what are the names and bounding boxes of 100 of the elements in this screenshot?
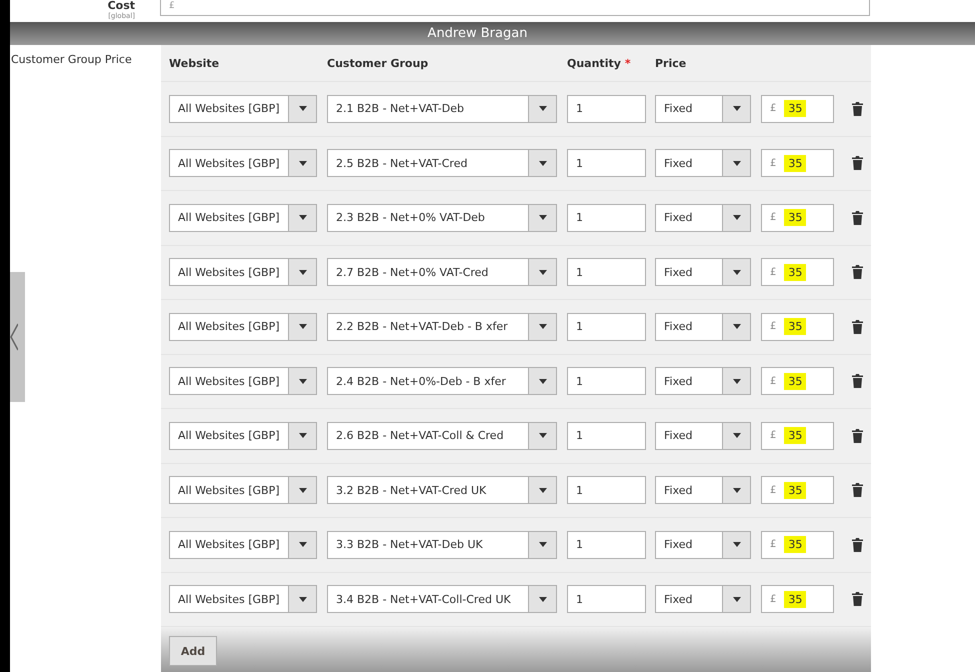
- caret-icon: [538, 324, 546, 330]
- price-type-select[interactable]: Fixed: [655, 94, 751, 123]
- price-field[interactable]: £ 35: [761, 476, 834, 504]
- column-header: Customer Group: [327, 56, 430, 70]
- trash-icon[interactable]: [852, 374, 863, 388]
- trash-icon[interactable]: [852, 483, 863, 498]
- price-field[interactable]: £ 35: [761, 530, 834, 559]
- caret-icon: [538, 160, 546, 166]
- caret-icon: [732, 324, 740, 330]
- caret-icon: [298, 378, 306, 384]
- presenter-name: Andrew Bragan: [428, 26, 528, 41]
- price-type-select[interactable]: Fixed: [655, 530, 751, 559]
- website-select[interactable]: All Websites [GBP]: [169, 149, 317, 178]
- quantity-field[interactable]: 1: [567, 422, 646, 450]
- website-select[interactable]: All Websites [GBP]: [169, 258, 317, 286]
- caret-icon: [538, 270, 546, 275]
- customer-group-select[interactable]: 2.3 B2B - Net+0% VAT-Deb: [327, 204, 557, 232]
- website-select[interactable]: All Websites [GBP]: [169, 312, 317, 341]
- website-select[interactable]: All Websites [GBP]: [169, 530, 317, 559]
- column-header: Price: [655, 56, 688, 70]
- caret-icon: [732, 433, 740, 438]
- website-select[interactable]: All Websites [GBP]: [169, 204, 317, 232]
- caret-icon: [298, 106, 306, 112]
- caret-icon: [298, 215, 306, 220]
- customer-group-select[interactable]: 2.6 B2B - Net+VAT-Coll & Cred: [327, 422, 557, 450]
- trash-icon[interactable]: [852, 592, 863, 606]
- required-mark: *: [624, 56, 631, 70]
- caret-icon: [298, 160, 306, 166]
- trash-icon[interactable]: [852, 102, 863, 116]
- customer-group-select[interactable]: 2.5 B2B - Net+VAT-Cred: [327, 149, 557, 178]
- customer-group-select[interactable]: 3.4 B2B - Net+VAT-Coll-Cred UK: [327, 585, 557, 614]
- price-type-select[interactable]: Fixed: [655, 204, 751, 232]
- quantity-field[interactable]: 1: [567, 530, 646, 559]
- quantity-field[interactable]: 1: [567, 94, 646, 123]
- trash-icon[interactable]: [852, 428, 863, 443]
- website-select[interactable]: All Websites [GBP]: [169, 476, 317, 504]
- quantity-field[interactable]: 1: [567, 312, 646, 341]
- caret-icon: [732, 596, 740, 602]
- caret-icon: [538, 542, 546, 548]
- price-type-select[interactable]: Fixed: [655, 367, 751, 396]
- trash-icon[interactable]: [852, 210, 863, 225]
- column-header: Website: [169, 56, 220, 70]
- caret-icon: [538, 596, 546, 602]
- customer-group-select[interactable]: 3.3 B2B - Net+VAT-Deb UK: [327, 530, 557, 559]
- column-header: Quantity *: [567, 56, 632, 70]
- caret-icon: [298, 488, 306, 493]
- customer-group-select[interactable]: 3.2 B2B - Net+VAT-Cred UK: [327, 476, 557, 504]
- price-type-select[interactable]: Fixed: [655, 476, 751, 504]
- field-label: Cost: [108, 0, 135, 12]
- caret-icon: [538, 433, 546, 438]
- customer-group-select[interactable]: 2.2 B2B - Net+VAT-Deb - B xfer: [327, 312, 557, 341]
- price-field[interactable]: £ 35: [761, 258, 834, 286]
- caret-icon: [298, 324, 306, 330]
- price-field[interactable]: £ 35: [761, 204, 834, 232]
- quantity-field[interactable]: 1: [567, 149, 646, 178]
- quantity-field[interactable]: 1: [567, 258, 646, 286]
- price-type-select[interactable]: Fixed: [655, 585, 751, 614]
- price-field[interactable]: £ 35: [761, 367, 834, 396]
- price-field[interactable]: £ 35: [761, 149, 834, 178]
- caret-icon: [538, 215, 546, 220]
- caret-icon: [732, 488, 740, 493]
- quantity-field[interactable]: 1: [567, 476, 646, 504]
- chevron-left-icon: [10, 322, 18, 352]
- caret-icon: [732, 215, 740, 220]
- caret-icon: [298, 433, 306, 438]
- trash-icon[interactable]: [852, 265, 863, 280]
- website-select[interactable]: All Websites [GBP]: [169, 94, 317, 123]
- caret-icon: [732, 270, 740, 275]
- price-field[interactable]: £ 35: [761, 94, 834, 123]
- caret-icon: [538, 106, 546, 112]
- quantity-field[interactable]: 1: [567, 585, 646, 614]
- price-type-select[interactable]: Fixed: [655, 422, 751, 450]
- website-select[interactable]: All Websites [GBP]: [169, 585, 317, 614]
- caret-icon: [298, 270, 306, 275]
- section-label: Customer Group Price: [11, 52, 133, 66]
- price-field[interactable]: £ 35: [761, 585, 834, 614]
- trash-icon[interactable]: [852, 156, 863, 170]
- customer-group-select[interactable]: 2.7 B2B - Net+0% VAT-Cred: [327, 258, 557, 286]
- caret-icon: [538, 378, 546, 384]
- caret-icon: [732, 106, 740, 112]
- price-type-select[interactable]: Fixed: [655, 258, 751, 286]
- price-field[interactable]: £ 35: [761, 312, 834, 341]
- quantity-field[interactable]: 1: [567, 367, 646, 396]
- customer-group-select[interactable]: 2.1 B2B - Net+VAT-Deb: [327, 94, 557, 123]
- caret-icon: [732, 378, 740, 384]
- add-button[interactable]: Add: [169, 636, 217, 666]
- caret-icon: [732, 542, 740, 548]
- customer-group-select[interactable]: 2.4 B2B - Net+0%-Deb - B xfer: [327, 367, 557, 396]
- caret-icon: [538, 488, 546, 493]
- website-select[interactable]: All Websites [GBP]: [169, 422, 317, 450]
- caret-icon: [298, 596, 306, 602]
- caret-icon: [298, 542, 306, 548]
- price-field[interactable]: £ 35: [761, 422, 834, 450]
- price-type-select[interactable]: Fixed: [655, 149, 751, 178]
- caret-icon: [732, 160, 740, 166]
- website-select[interactable]: All Websites [GBP]: [169, 367, 317, 396]
- trash-icon[interactable]: [852, 320, 863, 334]
- trash-icon[interactable]: [852, 538, 863, 552]
- price-type-select[interactable]: Fixed: [655, 312, 751, 341]
- quantity-field[interactable]: 1: [567, 204, 646, 232]
